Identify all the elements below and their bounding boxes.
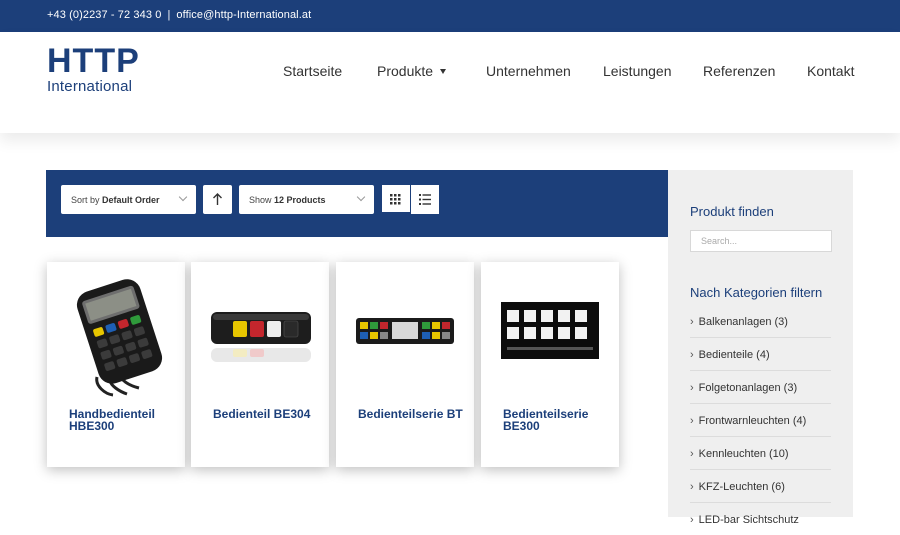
- site-header: HTTP International Startseite Produkte U…: [0, 32, 900, 133]
- nav-item-unternehmen[interactable]: Unternehmen: [486, 63, 571, 79]
- search-input[interactable]: Search...: [690, 230, 832, 252]
- product-card[interactable]: Bedienteilserie BE300: [481, 262, 619, 467]
- nav-item-kontakt[interactable]: Kontakt: [807, 63, 854, 79]
- product-title[interactable]: Handbedienteil HBE300: [69, 408, 179, 432]
- show-label: Show 12 Products: [249, 195, 326, 205]
- product-card[interactable]: Bedienteilserie BT: [336, 262, 474, 467]
- product-title[interactable]: Bedienteilserie BT: [358, 408, 468, 420]
- chevron-right-icon: ›: [690, 448, 694, 460]
- contact-info: +43 (0)2237 - 72 343 0 | office@http-Inter…: [47, 9, 311, 21]
- list-view-button[interactable]: [411, 185, 439, 214]
- grid-icon: [390, 194, 401, 205]
- category-label: Folgetonanlagen (3): [698, 382, 798, 394]
- nav-item-referenzen[interactable]: Referenzen: [703, 63, 775, 79]
- search-placeholder: Search...: [701, 236, 738, 246]
- chevron-right-icon: ›: [690, 349, 694, 361]
- sort-label: Sort by Default Order: [71, 195, 160, 205]
- caret-down-icon: [440, 69, 447, 74]
- product-card[interactable]: Bedienteil BE304: [191, 262, 329, 467]
- separator: |: [167, 9, 171, 21]
- category-item[interactable]: › LED-bar Sichtschutz: [690, 502, 831, 535]
- nav-item-startseite[interactable]: Startseite: [283, 63, 342, 79]
- chevron-right-icon: ›: [690, 415, 694, 427]
- sort-select[interactable]: Sort by Default Order: [61, 185, 196, 214]
- email-link[interactable]: office@http-International.at: [176, 9, 311, 21]
- product-title[interactable]: Bedienteil BE304: [213, 408, 323, 420]
- chevron-down-icon: [178, 192, 188, 202]
- products-per-page-select[interactable]: Show 12 Products: [239, 185, 374, 214]
- phone-number[interactable]: +43 (0)2237 - 72 343 0: [47, 9, 161, 21]
- product-title[interactable]: Bedienteilserie BE300: [503, 408, 613, 432]
- category-item[interactable]: › Kennleuchten (10): [690, 436, 831, 470]
- category-item[interactable]: › Frontwarnleuchten (4): [690, 403, 831, 437]
- sidebar: Produkt finden Search... Nach Kategorien…: [668, 170, 853, 526]
- arrow-up-icon: [213, 193, 222, 205]
- product-image-hbe300[interactable]: [47, 262, 185, 400]
- category-filter-heading: Nach Kategorien filtern: [690, 285, 823, 300]
- top-bar: +43 (0)2237 - 72 343 0 | office@http-Inter…: [0, 0, 900, 32]
- product-image-bt[interactable]: [336, 262, 474, 400]
- nav-item-produkte[interactable]: Produkte: [377, 63, 447, 79]
- list-icon: [419, 194, 431, 205]
- chevron-down-icon: [356, 192, 366, 202]
- category-item[interactable]: › Bedienteile (4): [690, 337, 831, 371]
- chevron-right-icon: ›: [690, 316, 694, 328]
- category-label: LED-bar Sichtschutz: [698, 514, 799, 526]
- grid-view-button[interactable]: [382, 185, 410, 214]
- category-label: Bedienteile (4): [698, 349, 770, 361]
- category-item[interactable]: › KFZ-Leuchten (6): [690, 469, 831, 503]
- category-label: KFZ-Leuchten (6): [698, 481, 785, 493]
- category-item[interactable]: › Folgetonanlagen (3): [690, 370, 831, 404]
- product-card[interactable]: Handbedienteil HBE300: [47, 262, 185, 467]
- category-label: Balkenanlagen (3): [698, 316, 788, 328]
- main-nav: Startseite Produkte Unternehmen Leistung…: [0, 63, 900, 83]
- nav-item-label: Produkte: [377, 63, 434, 79]
- product-image-be300[interactable]: [481, 262, 619, 400]
- category-label: Kennleuchten (10): [698, 448, 789, 460]
- chevron-right-icon: ›: [690, 382, 694, 394]
- chevron-right-icon: ›: [690, 514, 694, 526]
- category-label: Frontwarnleuchten (4): [698, 415, 807, 427]
- sort-direction-button[interactable]: [203, 185, 232, 214]
- chevron-right-icon: ›: [690, 481, 694, 493]
- product-search-heading: Produkt finden: [690, 204, 774, 219]
- product-image-be304[interactable]: [191, 262, 329, 400]
- nav-item-leistungen[interactable]: Leistungen: [603, 63, 672, 79]
- category-item[interactable]: › Balkenanlagen (3): [690, 304, 831, 338]
